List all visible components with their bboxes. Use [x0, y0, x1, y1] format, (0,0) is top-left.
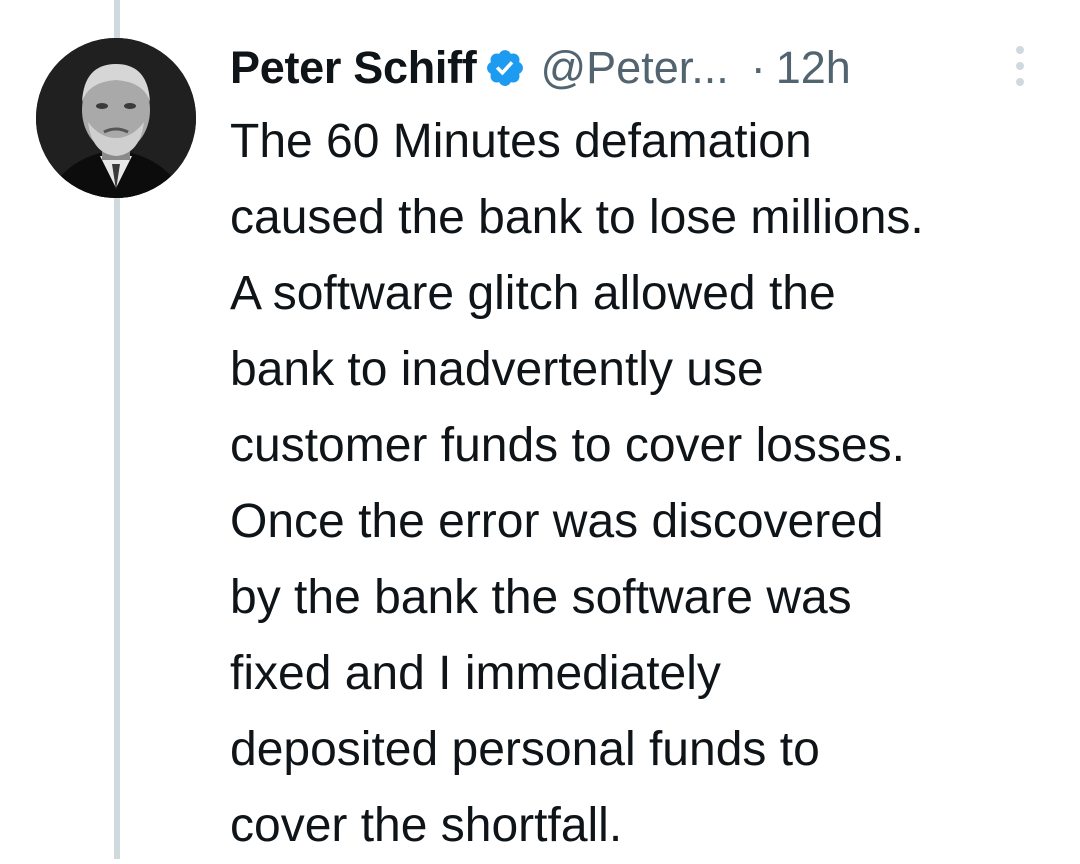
- tweet-text-line: customer funds to cover losses.: [230, 419, 905, 472]
- tweet-text-line: cover the shortfall.: [230, 799, 623, 852]
- tweet-body: The 60 Minutes defamation caused the ban…: [230, 104, 1070, 864]
- tweet-text-line: Once the error was discovered: [230, 495, 884, 548]
- avatar[interactable]: [36, 38, 196, 198]
- tweet-text-line: bank to inadvertently use: [230, 343, 764, 396]
- author-handle[interactable]: @Peter...: [540, 42, 728, 94]
- verified-badge-icon: [487, 50, 524, 86]
- avatar-photo: [36, 38, 196, 198]
- tweet-text-line: fixed and I immediately: [230, 647, 721, 700]
- tweet-text-line: deposited personal funds to: [230, 723, 820, 776]
- tweet-text-line: caused the bank to lose millions.: [230, 191, 924, 244]
- header-separator: ·: [750, 42, 766, 93]
- tweet-timestamp[interactable]: 12h: [776, 42, 851, 94]
- tweet-text-line: by the bank the software was: [230, 571, 852, 624]
- more-options-icon[interactable]: [1010, 42, 1030, 90]
- author-name[interactable]: Peter Schiff: [230, 42, 477, 94]
- tweet-text-line: The 60 Minutes defamation: [230, 115, 812, 168]
- tweet-header: Peter Schiff @Peter... · 12h: [230, 38, 851, 98]
- tweet-text-line: A software glitch allowed the: [230, 267, 836, 320]
